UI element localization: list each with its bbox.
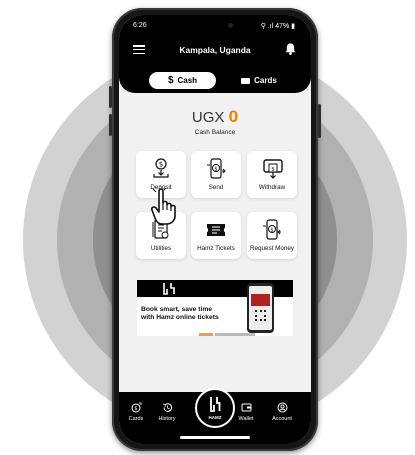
action-label: Send: [208, 184, 224, 191]
nav-label: Account: [272, 416, 292, 422]
action-label: Withdraw: [258, 184, 286, 191]
deposit-icon: $: [153, 158, 169, 178]
action-label: Hamz Tickets: [197, 245, 235, 252]
action-request-money[interactable]: $ Request Money: [247, 212, 297, 259]
nav-cards[interactable]: $ Cards: [121, 402, 151, 422]
nav-history[interactable]: History: [152, 402, 182, 422]
app-bar: Kampala, Uganda: [119, 35, 311, 65]
banner-phone-image: [247, 283, 274, 333]
balance-value: 0: [228, 107, 239, 126]
camera-notch: [190, 19, 242, 33]
svg-text:$: $: [214, 166, 217, 172]
wallet-icon: [241, 403, 251, 412]
volume-down-button: [109, 114, 112, 136]
balance-currency: UGX: [191, 109, 225, 126]
battery-percent: 47%: [275, 23, 290, 30]
request-money-icon: $: [263, 219, 281, 240]
tap-hand-cursor-icon: [151, 186, 176, 225]
action-label: Utilities: [150, 245, 172, 252]
action-label: Request Money: [249, 245, 295, 252]
hamz-logo-icon: [210, 397, 221, 412]
nav-account[interactable]: Account: [267, 402, 297, 422]
card-icon: [241, 77, 251, 84]
nav-label: HAMZ: [208, 415, 222, 420]
location-title: Kampala, Uganda: [179, 45, 251, 55]
banner-text: Book smart, save time with Hamz online t…: [141, 306, 219, 322]
app-screen: 6:26 ⚲ .ıl 47% ▮ Kampala, Uganda $ Cash …: [119, 15, 311, 444]
account-icon: [277, 402, 287, 413]
nav-wallet[interactable]: Wallet: [231, 402, 261, 422]
ticket-icon: [207, 224, 225, 236]
volume-up-button: [109, 86, 112, 108]
balance-display: UGX 0 Cash Balance: [119, 107, 311, 136]
hamz-logo-icon: [163, 283, 175, 295]
nav-label: Wallet: [238, 416, 254, 422]
svg-text:$: $: [271, 167, 275, 173]
svg-text:$: $: [134, 406, 137, 412]
power-button: [318, 104, 321, 138]
banner-line-2: with Hamz online tickets: [141, 314, 219, 321]
tab-cash[interactable]: $ Cash: [149, 72, 216, 89]
cards-icon: $: [131, 402, 141, 413]
tab-cash-label: Cash: [177, 76, 198, 85]
status-battery: ⚲ .ıl 47% ▮: [260, 23, 295, 30]
action-withdraw[interactable]: $ Withdraw: [247, 151, 297, 198]
nav-label: Cards: [128, 416, 144, 422]
svg-text:$: $: [159, 161, 163, 169]
tab-cards-label: Cards: [254, 76, 277, 85]
bell-icon[interactable]: [284, 42, 297, 56]
action-send[interactable]: $ Send: [191, 151, 241, 198]
send-icon: $: [207, 158, 226, 179]
withdraw-icon: $: [263, 159, 283, 179]
nav-label: History: [158, 416, 176, 422]
action-hamz-tickets[interactable]: Hamz Tickets: [191, 212, 241, 259]
svg-text:$: $: [270, 227, 273, 233]
dollar-icon: $: [167, 75, 174, 86]
phone-frame: 6:26 ⚲ .ıl 47% ▮ Kampala, Uganda $ Cash …: [109, 8, 321, 451]
history-icon: [162, 403, 172, 412]
status-bar: 6:26 ⚲ .ıl 47% ▮: [119, 15, 311, 35]
status-time: 6:26: [133, 22, 147, 29]
banner-line-1: Book smart, save time: [141, 306, 212, 313]
home-indicator: [180, 436, 250, 439]
cash-cards-toggle: $ Cash Cards: [119, 65, 311, 93]
promo-banner[interactable]: Book smart, save time with Hamz online t…: [137, 280, 293, 336]
nav-hamz-home-button[interactable]: HAMZ: [195, 388, 235, 428]
banner-stripe: [137, 333, 293, 336]
balance-amount: UGX 0: [119, 107, 311, 127]
balance-label: Cash Balance: [194, 129, 236, 136]
tab-cards[interactable]: Cards: [229, 72, 289, 89]
